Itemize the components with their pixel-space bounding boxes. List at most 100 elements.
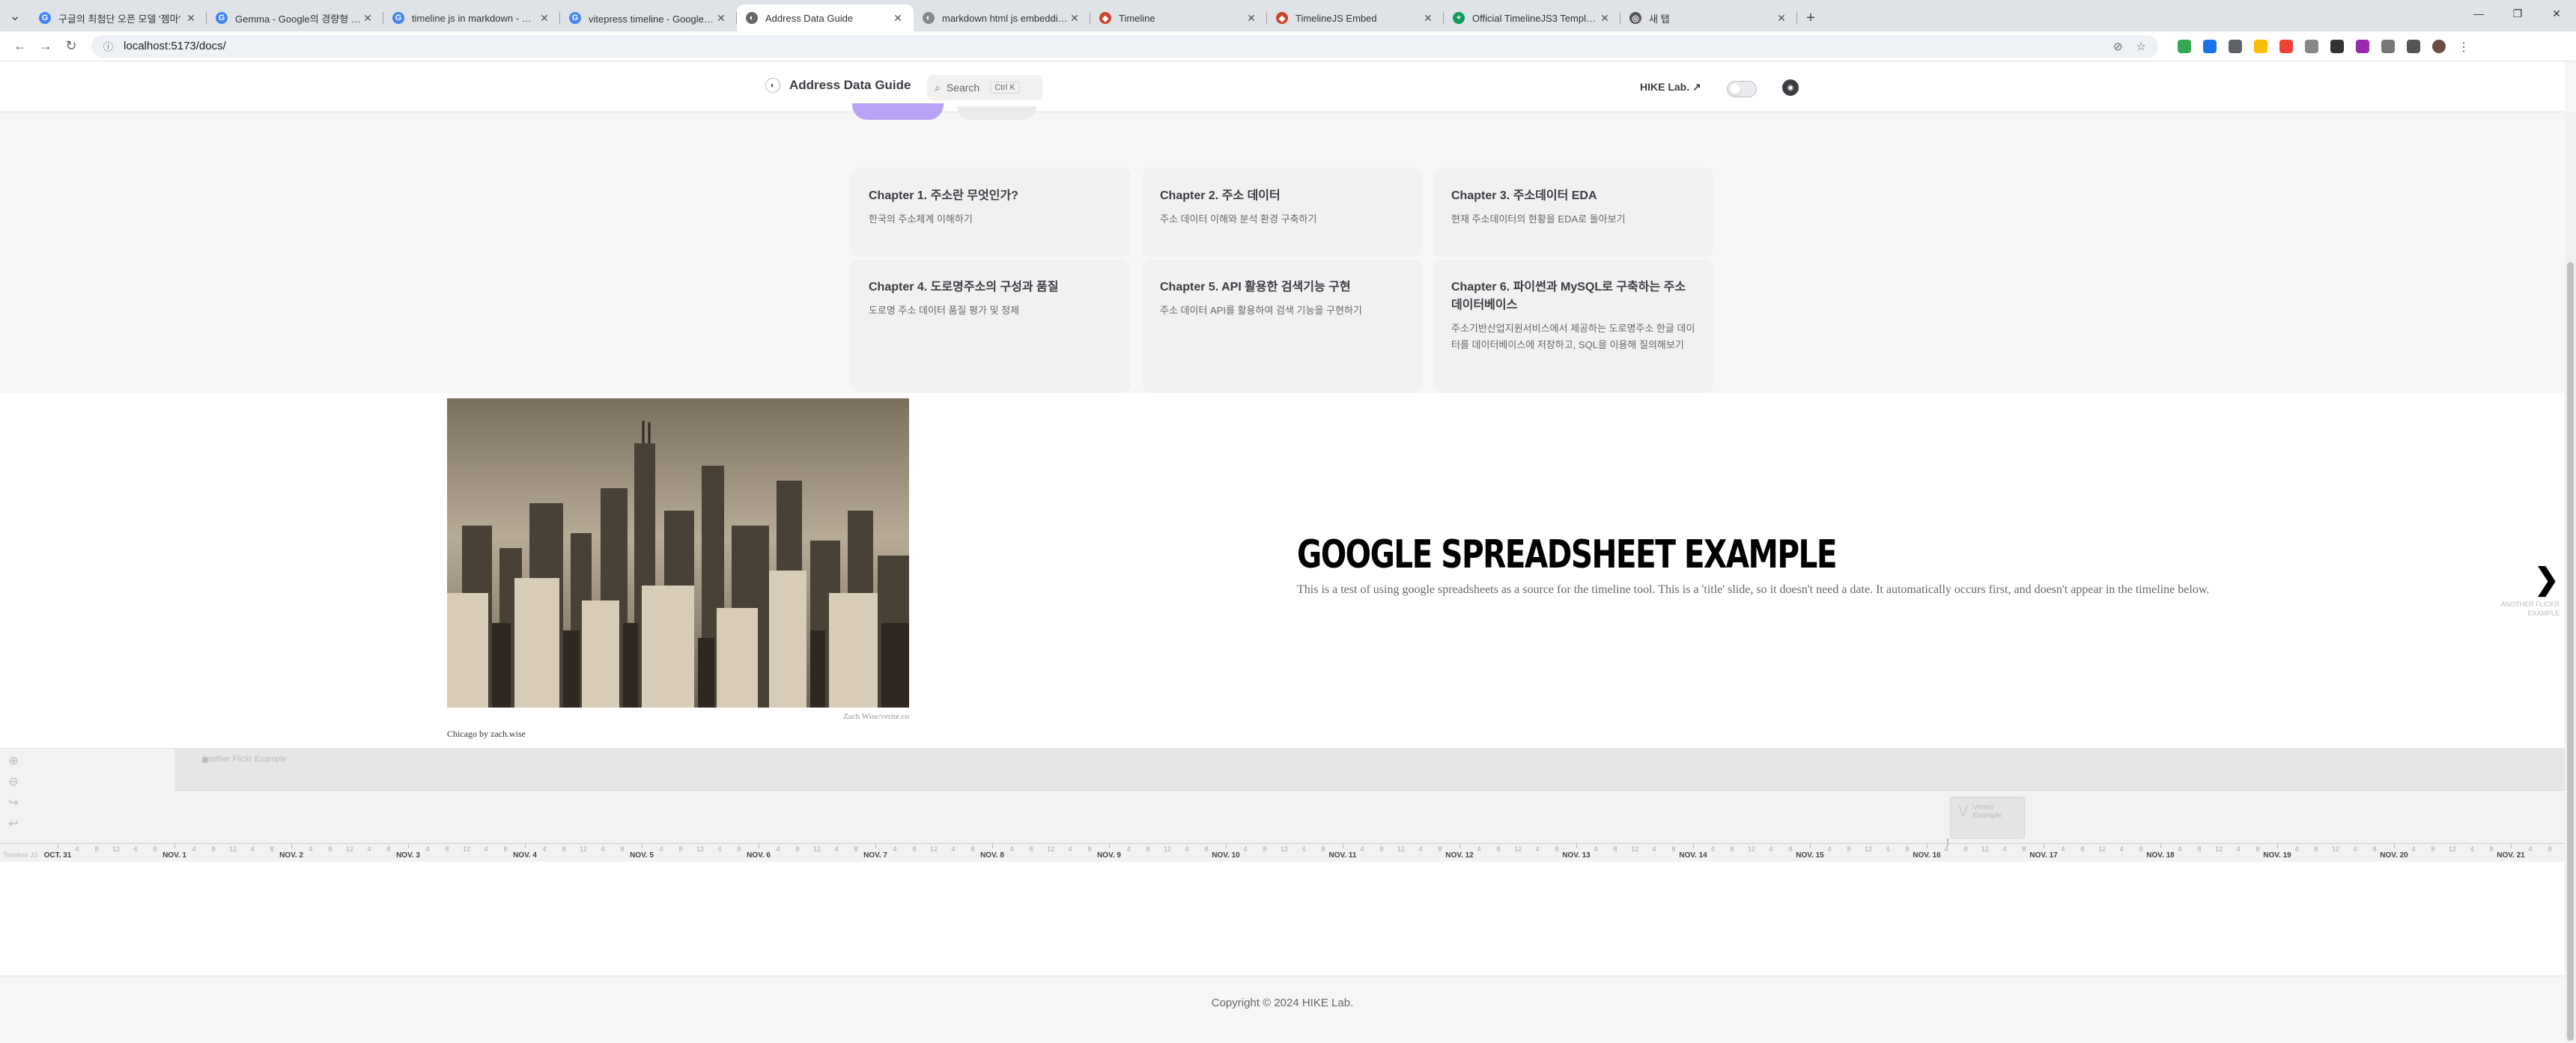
axis-hour-label: 8: [1671, 845, 1676, 853]
extension-icon[interactable]: [2229, 39, 2242, 53]
browser-tab[interactable]: + Official TimelineJS3 Template ✕: [1444, 4, 1620, 31]
axis-hour-label: 4: [2528, 845, 2533, 853]
tab-close-icon[interactable]: ✕: [538, 12, 551, 25]
axis-hour-label: 4: [1068, 845, 1072, 853]
axis-hour-label: 4: [893, 845, 897, 853]
timeline-marker[interactable]: V Vimeo Example: [1950, 797, 2025, 839]
forward-icon[interactable]: →: [33, 34, 58, 59]
axis-date-label: NOV. 16: [1913, 851, 1941, 860]
zoom-in-icon[interactable]: ⊕: [6, 753, 21, 768]
search-shortcut: Ctrl K: [990, 82, 1020, 94]
axis-hour-label: 8: [2139, 845, 2143, 853]
back-to-start-icon[interactable]: ↪: [6, 795, 21, 810]
pen-icon[interactable]: [2330, 39, 2344, 53]
site-title-link[interactable]: ◐ Address Data Guide: [765, 78, 911, 93]
axis-hour-label: 8: [1963, 845, 1968, 853]
new-tab-button[interactable]: +: [1797, 4, 1824, 31]
feature-card[interactable]: Chapter 2. 주소 데이터 주소 데이터 이해와 분석 환경 구축하기: [1142, 168, 1422, 258]
tab-close-icon[interactable]: ✕: [1421, 12, 1435, 25]
site-info-icon[interactable]: ⓘ: [103, 39, 113, 53]
feature-details: 한국의 주소체계 이해하기: [869, 213, 973, 225]
tab-close-icon[interactable]: ✕: [1068, 12, 1081, 25]
track-event-label[interactable]: Another Flickr Example: [201, 755, 287, 764]
tab-close-icon[interactable]: ✕: [714, 12, 728, 25]
feature-title: Chapter 1. 주소란 무엇인가?: [869, 189, 1018, 202]
github-icon[interactable]: ◉: [1782, 79, 1799, 96]
address-bar[interactable]: ⓘ localhost:5173/docs/ ⊘ ☆: [91, 34, 2158, 58]
axis-hour-label: 8: [94, 845, 99, 853]
hero-secondary-button[interactable]: [957, 106, 1036, 120]
extension-icon[interactable]: [2178, 39, 2191, 53]
axis-hour-label: 12: [2448, 845, 2457, 853]
tab-close-icon[interactable]: ✕: [891, 12, 905, 25]
axis-hour-label: 8: [912, 845, 917, 853]
feature-card[interactable]: Chapter 1. 주소란 무엇인가? 한국의 주소체계 이해하기: [851, 168, 1131, 258]
extension-icon[interactable]: [2203, 39, 2217, 53]
feature-title: Chapter 4. 도로명주소의 구성과 품질: [869, 281, 1059, 294]
feature-title: Chapter 3. 주소데이터 EDA: [1451, 189, 1597, 202]
page-scrollbar[interactable]: [2565, 112, 2576, 1043]
zoom-out-icon[interactable]: ⊖: [6, 774, 21, 789]
next-slide-icon[interactable]: ❯: [2534, 562, 2560, 597]
tab-close-icon[interactable]: ✕: [1598, 12, 1611, 25]
more-menu-icon[interactable]: ⋮: [2458, 40, 2470, 54]
axis-hour-label: 4: [1769, 845, 1773, 853]
axis-hour-label: 4: [1594, 845, 1598, 853]
browser-tab[interactable]: ◐ markdown html js embedding ✕: [914, 4, 1090, 31]
maximize-icon[interactable]: ❐: [2498, 0, 2537, 27]
axis-hour-label: 8: [270, 845, 274, 853]
browser-tab[interactable]: Gvitepress timeline - Google 검 ✕: [560, 4, 737, 31]
previous-icon[interactable]: ↩: [6, 816, 21, 831]
back-icon[interactable]: ←: [7, 34, 33, 59]
eye-off-icon[interactable]: ⊘: [2113, 40, 2123, 53]
next-slide-label[interactable]: ANOTHER FLICKR EXAMPLE: [2494, 600, 2560, 618]
extension-icon[interactable]: [2279, 39, 2293, 53]
tab-close-icon[interactable]: ✕: [184, 12, 198, 25]
axis-date-label: NOV. 14: [1679, 851, 1707, 860]
site-navbar: ◐ Address Data Guide ⌕ Search Ctrl K HIK…: [0, 61, 2565, 112]
axis-hour-label: 4: [133, 845, 138, 853]
tab-search-icon[interactable]: ⌄: [0, 0, 30, 31]
browser-tab[interactable]: ◆ TimelineJS Embed ✕: [1267, 4, 1444, 31]
tab-close-icon[interactable]: ✕: [361, 12, 374, 25]
feature-card[interactable]: Chapter 5. API 활용한 검색기능 구현 주소 데이터 API를 활용…: [1142, 259, 1422, 392]
close-window-icon[interactable]: ✕: [2537, 0, 2576, 27]
dark-mode-toggle[interactable]: [1727, 81, 1757, 97]
feature-details: 주소기반산업지원서비스에서 제공하는 도로명주소 한글 데이터를 데이터베이스에…: [1451, 323, 1695, 350]
profile-avatar[interactable]: [2432, 39, 2446, 53]
browser-tab[interactable]: ◐ Address Data Guide ✕: [737, 4, 914, 31]
browser-tab[interactable]: ◆ Timeline ✕: [1090, 4, 1267, 31]
feature-card[interactable]: Chapter 4. 도로명주소의 구성과 품질 도로명 주소 데이터 품질 평가…: [851, 259, 1131, 392]
reload-icon[interactable]: ↻: [58, 34, 84, 59]
hike-lab-link[interactable]: HIKE Lab. ↗: [1640, 81, 1701, 94]
sidebar-icon[interactable]: [2407, 39, 2420, 53]
axis-tick: [174, 844, 175, 848]
url-text: localhost:5173/docs/: [124, 40, 226, 52]
axis-hour-label: 4: [2178, 845, 2182, 853]
axis-hour-label: 4: [2061, 845, 2065, 853]
photo-credit: Zach Wise/verite.co: [843, 712, 909, 721]
axis-hour-label: 4: [1535, 845, 1540, 853]
minimize-icon[interactable]: —: [2459, 0, 2498, 27]
feature-card[interactable]: Chapter 6. 파이썬과 MySQL로 구축하는 주소 데이터베이스 주소기…: [1433, 259, 1713, 392]
scrollbar-thumb[interactable]: [2567, 262, 2574, 1041]
puzzle-icon[interactable]: [2381, 39, 2395, 53]
bookmark-star-icon[interactable]: ☆: [2136, 40, 2146, 53]
browser-tab[interactable]: Gtimeline js in markdown - Goo ✕: [383, 4, 560, 31]
browser-tab[interactable]: G 구글의 최첨단 오픈 모델 '젬마' ✕: [30, 4, 207, 31]
axis-date-label: NOV. 18: [2146, 851, 2175, 860]
extension-icon[interactable]: [2305, 39, 2318, 53]
browser-tab[interactable]: G Gemma - Google의 경량형 첨단 ✕: [207, 4, 383, 31]
tab-close-icon[interactable]: ✕: [1245, 12, 1258, 25]
axis-hour-label: 4: [1652, 845, 1656, 853]
tab-close-icon[interactable]: ✕: [1775, 12, 1788, 25]
browser-tab[interactable]: ◎ 새 탭 ✕: [1620, 4, 1797, 31]
feature-card[interactable]: Chapter 3. 주소데이터 EDA 현재 주소데이터의 현황을 EDA로 돌…: [1433, 168, 1713, 258]
vimeo-icon: V: [1958, 803, 1969, 820]
hero-primary-button[interactable]: [852, 103, 944, 120]
drive-icon[interactable]: [2254, 39, 2267, 53]
axis-hour-label: 4: [601, 845, 605, 853]
tab-favicon-icon: G: [569, 12, 581, 24]
search-button[interactable]: ⌕ Search Ctrl K: [927, 75, 1042, 100]
extension-icon[interactable]: [2356, 39, 2369, 53]
